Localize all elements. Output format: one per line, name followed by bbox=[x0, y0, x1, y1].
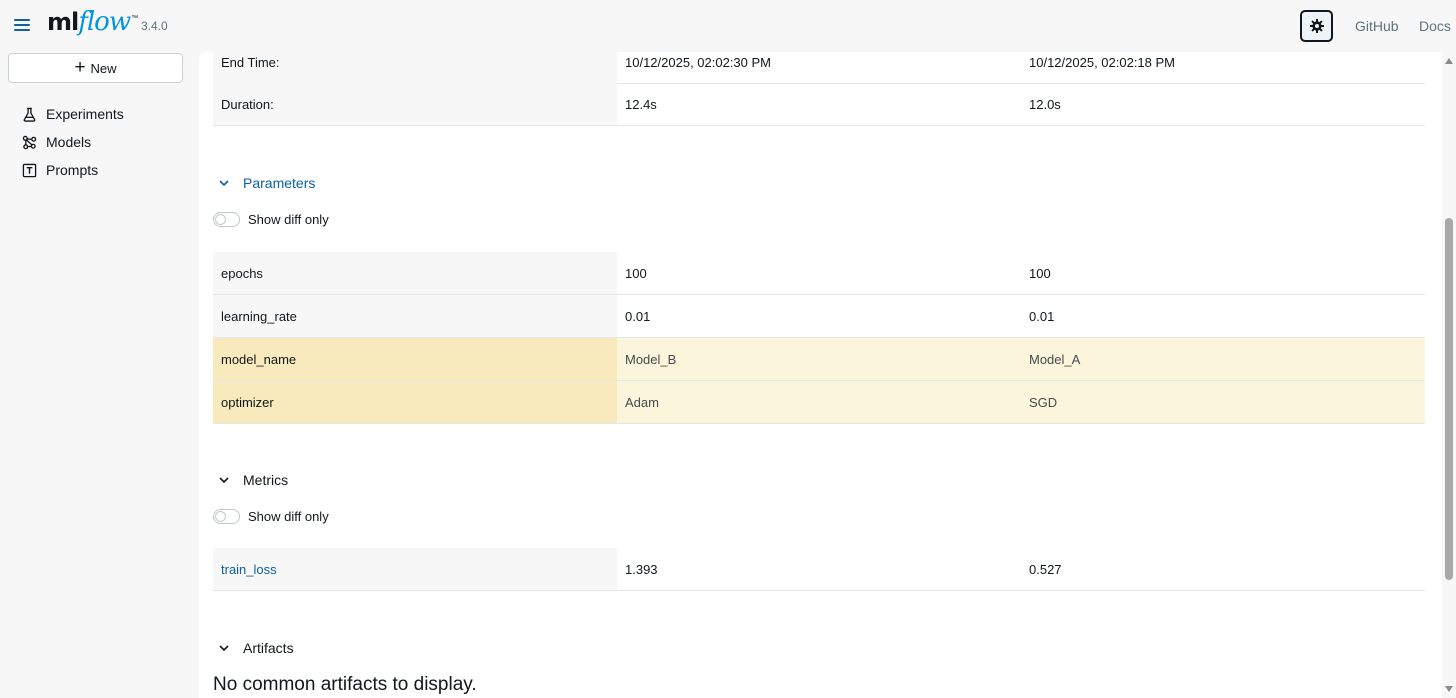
show-diff-toggle[interactable] bbox=[213, 212, 240, 227]
sidebar-item-label: Prompts bbox=[46, 162, 99, 178]
new-button[interactable]: + New bbox=[8, 53, 183, 83]
chevron-down-icon bbox=[219, 180, 229, 187]
artifacts-empty-message: No common artifacts to display. bbox=[213, 674, 477, 695]
metric-name-cell: train_loss bbox=[213, 548, 617, 590]
gear-icon bbox=[1309, 19, 1324, 33]
run1-value: 12.4s bbox=[625, 96, 657, 112]
row-label: Duration: bbox=[213, 83, 617, 125]
chevron-down-icon bbox=[219, 477, 229, 484]
section-title: Artifacts bbox=[243, 640, 294, 656]
run2-value: 0.527 bbox=[1029, 561, 1062, 577]
scrollbar[interactable] bbox=[1442, 52, 1456, 698]
new-button-label: New bbox=[90, 60, 117, 76]
param-name: learning_rate bbox=[213, 295, 617, 337]
table-row: epochs 100 100 bbox=[213, 252, 1425, 295]
scroll-down-arrow-icon[interactable] bbox=[1445, 686, 1453, 692]
settings-button[interactable] bbox=[1300, 10, 1333, 42]
table-row: train_loss 1.393 0.527 bbox=[213, 548, 1425, 591]
run1-value: 1.393 bbox=[625, 561, 658, 577]
sidebar-item-label: Models bbox=[46, 134, 92, 150]
run1-value: Model_B bbox=[617, 338, 1021, 380]
table-row-diff: model_name Model_B Model_A bbox=[213, 338, 1425, 381]
section-title: Metrics bbox=[243, 472, 289, 488]
logo-ml-text: ml bbox=[47, 8, 79, 36]
run1-value: 10/12/2025, 02:02:30 PM bbox=[625, 54, 772, 70]
metric-name-link[interactable]: train_loss bbox=[221, 562, 277, 577]
section-title: Parameters bbox=[243, 175, 316, 191]
mlflow-logo[interactable]: ml flow ™ bbox=[47, 7, 138, 43]
table-row: Duration: 12.4s 12.0s bbox=[213, 83, 1425, 126]
table-row-diff: optimizer Adam SGD bbox=[213, 381, 1425, 424]
table-row: End Time: 10/12/2025, 02:02:30 PM 10/12/… bbox=[213, 52, 1425, 84]
chevron-down-icon bbox=[219, 645, 229, 652]
top-bar: ml flow ™ 3.4.0 GitHub Docs bbox=[0, 0, 1456, 52]
sidebar-item-prompts[interactable]: Prompts bbox=[22, 159, 98, 181]
artifacts-section-header[interactable]: Artifacts bbox=[217, 640, 294, 656]
plus-icon: + bbox=[74, 56, 86, 78]
compare-runs-panel: End Time: 10/12/2025, 02:02:30 PM 10/12/… bbox=[199, 52, 1442, 698]
run2-value: 100 bbox=[1029, 265, 1051, 281]
run2-value: 12.0s bbox=[1029, 96, 1061, 112]
parameters-diff-toggle-row: Show diff only bbox=[213, 212, 329, 227]
toggle-label: Show diff only bbox=[248, 509, 329, 524]
version-label: 3.4.0 bbox=[141, 19, 168, 33]
run2-value: SGD bbox=[1021, 381, 1425, 423]
param-name: epochs bbox=[213, 252, 617, 294]
prompt-icon bbox=[22, 163, 37, 177]
menu-icon[interactable] bbox=[12, 16, 32, 36]
run1-value: 100 bbox=[625, 265, 647, 281]
logo-flow-text: flow bbox=[78, 7, 131, 37]
docs-link[interactable]: Docs bbox=[1419, 18, 1451, 34]
scroll-up-arrow-icon[interactable] bbox=[1445, 58, 1453, 64]
sidebar-item-experiments[interactable]: Experiments bbox=[22, 103, 124, 125]
metrics-diff-toggle-row: Show diff only bbox=[213, 509, 329, 524]
run2-value: 0.01 bbox=[1029, 308, 1055, 324]
run1-value: 0.01 bbox=[625, 308, 651, 324]
run1-value: Adam bbox=[617, 381, 1021, 423]
flask-icon bbox=[23, 107, 36, 122]
sidebar-item-label: Experiments bbox=[46, 106, 124, 122]
parameters-section-header[interactable]: Parameters bbox=[217, 175, 315, 191]
metrics-section-header[interactable]: Metrics bbox=[217, 472, 288, 488]
logo-trademark: ™ bbox=[131, 15, 139, 22]
run2-value: 10/12/2025, 02:02:18 PM bbox=[1029, 54, 1176, 70]
show-diff-toggle[interactable] bbox=[213, 509, 240, 524]
row-label: End Time: bbox=[213, 52, 617, 83]
toggle-label: Show diff only bbox=[248, 212, 329, 227]
sidebar-item-models[interactable]: Models bbox=[22, 131, 91, 153]
models-icon bbox=[22, 135, 37, 149]
run2-value: Model_A bbox=[1021, 338, 1425, 380]
table-row: learning_rate 0.01 0.01 bbox=[213, 295, 1425, 338]
param-name: optimizer bbox=[213, 381, 617, 423]
scroll-thumb[interactable] bbox=[1445, 218, 1453, 580]
param-name: model_name bbox=[213, 338, 617, 380]
github-link[interactable]: GitHub bbox=[1355, 18, 1399, 34]
